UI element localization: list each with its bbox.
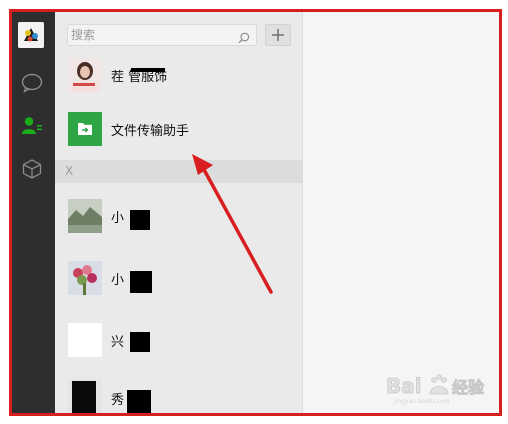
- svg-text:Bai: Bai: [386, 374, 422, 398]
- svg-text:jingyan.baidu.com: jingyan.baidu.com: [393, 398, 450, 405]
- annotation-arrow: [192, 154, 273, 294]
- svg-text:经验: 经验: [452, 378, 485, 397]
- baidu-watermark-logo: Bai 经验 jingyan.baidu.com: [386, 374, 486, 405]
